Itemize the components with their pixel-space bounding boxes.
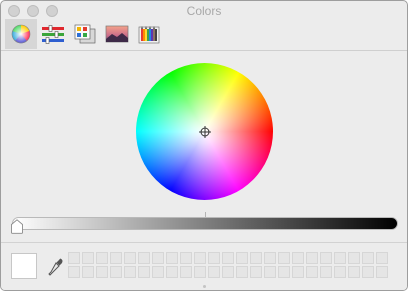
- swatch-cell[interactable]: [320, 266, 332, 278]
- swatch-cell[interactable]: [194, 266, 206, 278]
- swatch-cell[interactable]: [180, 266, 192, 278]
- swatch-cell[interactable]: [138, 252, 150, 264]
- eyedropper-icon[interactable]: [47, 257, 65, 277]
- swatch-cell[interactable]: [250, 266, 262, 278]
- image-palette-icon: [105, 25, 129, 43]
- saved-swatches-grid: [68, 252, 388, 278]
- swatch-cell[interactable]: [264, 266, 276, 278]
- swatch-cell[interactable]: [376, 252, 388, 264]
- tab-color-wheel[interactable]: [5, 19, 37, 49]
- swatch-cell[interactable]: [278, 266, 290, 278]
- palettes-icon: [74, 24, 96, 44]
- swatch-cell[interactable]: [250, 252, 262, 264]
- swatch-cell[interactable]: [96, 266, 108, 278]
- swatch-cell[interactable]: [292, 266, 304, 278]
- tab-image-palettes[interactable]: [101, 19, 133, 49]
- color-picker-content: [1, 51, 407, 290]
- swatch-cell[interactable]: [222, 266, 234, 278]
- swatch-cell[interactable]: [264, 252, 276, 264]
- swatch-divider: [1, 242, 407, 243]
- swatch-cell[interactable]: [292, 252, 304, 264]
- swatch-cell[interactable]: [96, 252, 108, 264]
- crosshair-icon[interactable]: [199, 126, 211, 138]
- swatch-cell[interactable]: [208, 266, 220, 278]
- pencils-icon: [138, 26, 160, 44]
- swatch-cell[interactable]: [110, 266, 122, 278]
- tab-color-sliders[interactable]: [37, 19, 69, 49]
- swatch-cell[interactable]: [348, 252, 360, 264]
- window-title: Colors: [186, 4, 222, 18]
- swatch-cell[interactable]: [166, 266, 178, 278]
- toolbar: [1, 18, 407, 50]
- swatch-cell[interactable]: [306, 266, 318, 278]
- swatch-cell[interactable]: [222, 252, 234, 264]
- swatch-cell[interactable]: [320, 252, 332, 264]
- swatch-cell[interactable]: [152, 266, 164, 278]
- swatch-cell[interactable]: [236, 252, 248, 264]
- current-color-swatch[interactable]: [11, 253, 37, 279]
- tab-pencils[interactable]: [133, 19, 165, 49]
- brightness-slider[interactable]: [12, 217, 398, 230]
- swatch-cell[interactable]: [194, 252, 206, 264]
- swatch-cell[interactable]: [152, 252, 164, 264]
- swatch-cell[interactable]: [138, 266, 150, 278]
- swatch-cell[interactable]: [362, 252, 374, 264]
- swatch-cell[interactable]: [348, 266, 360, 278]
- swatch-cell[interactable]: [68, 252, 80, 264]
- swatch-cell[interactable]: [208, 252, 220, 264]
- brightness-slider-knob[interactable]: [10, 219, 24, 234]
- swatch-cell[interactable]: [376, 266, 388, 278]
- swatch-cell[interactable]: [124, 252, 136, 264]
- swatch-cell[interactable]: [362, 266, 374, 278]
- swatch-cell[interactable]: [334, 252, 346, 264]
- swatch-cell[interactable]: [82, 266, 94, 278]
- colors-window: Colors: [0, 0, 408, 291]
- swatch-cell[interactable]: [124, 266, 136, 278]
- swatch-cell[interactable]: [110, 252, 122, 264]
- swatch-cell[interactable]: [236, 266, 248, 278]
- color-wheel-icon: [11, 24, 31, 44]
- swatch-cell[interactable]: [334, 266, 346, 278]
- tab-color-palettes[interactable]: [69, 19, 101, 49]
- swatch-cell[interactable]: [82, 252, 94, 264]
- swatch-cell[interactable]: [180, 252, 192, 264]
- sliders-icon: [42, 25, 64, 44]
- swatch-drawer-handle[interactable]: [203, 285, 206, 288]
- swatch-cell[interactable]: [306, 252, 318, 264]
- swatch-cell[interactable]: [166, 252, 178, 264]
- swatch-cell[interactable]: [278, 252, 290, 264]
- swatch-cell[interactable]: [68, 266, 80, 278]
